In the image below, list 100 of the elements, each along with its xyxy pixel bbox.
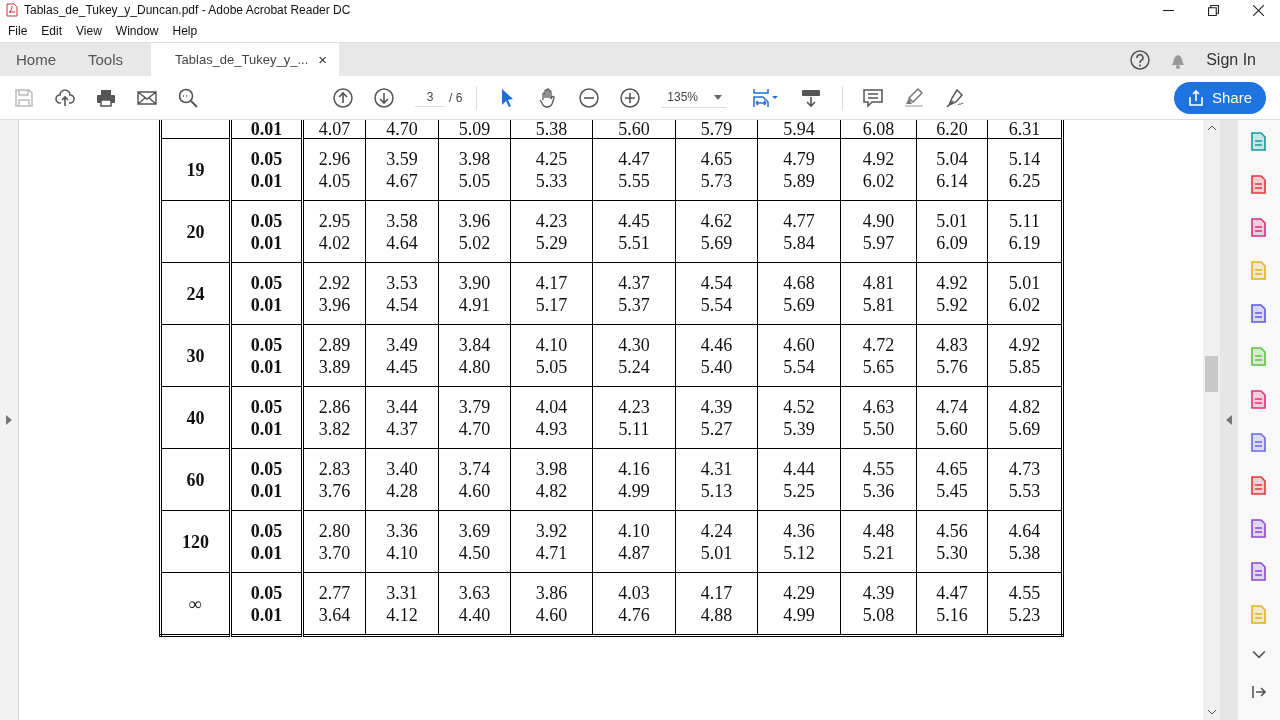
table-value: 4.68: [783, 272, 815, 293]
print-icon[interactable]: [96, 87, 116, 108]
table-value: 3.58: [386, 210, 418, 231]
document-icon[interactable]: [1249, 476, 1269, 496]
scroll-mode-icon[interactable]: [801, 87, 822, 108]
table-value: 5.45: [936, 480, 968, 501]
table-value: 5.23: [1008, 604, 1041, 625]
table-value: 4.46: [700, 334, 733, 355]
share-button[interactable]: Share: [1173, 81, 1266, 114]
tab[interactable]: Tablas_de_Tukey_y_... ×: [151, 43, 340, 76]
table-value: 3.90: [458, 272, 491, 293]
table-value: 3.98: [535, 458, 568, 479]
table-value: 3.53: [386, 272, 418, 293]
table-value: 4.60: [783, 334, 815, 355]
expand-panel-icon[interactable]: [6, 415, 12, 425]
table-value: 4.92: [936, 272, 968, 293]
table-value: 4.17: [535, 272, 568, 293]
table-value: 5.25: [783, 480, 815, 501]
menu-item[interactable]: Window: [115, 24, 159, 38]
restore-icon[interactable]: [1208, 4, 1219, 16]
table-value: 4.60: [458, 480, 491, 501]
scrollbar-thumb[interactable]: [1205, 356, 1218, 392]
table-value: 4.83: [936, 334, 968, 355]
fit-page-icon[interactable]: [752, 87, 781, 108]
scroll-up-icon[interactable]: [1206, 125, 1217, 131]
table-value: 5.33: [535, 170, 568, 191]
table-value: 4.37: [618, 272, 650, 293]
table-value: 6.20: [936, 120, 968, 139]
table-value: 6.25: [1008, 170, 1041, 191]
pen-signature-icon[interactable]: [945, 87, 966, 108]
tab[interactable]: Home: [0, 43, 72, 76]
degrees-of-freedom: ∞: [189, 593, 202, 614]
table-value: 4.07: [318, 120, 351, 139]
probability-value: 0.01: [250, 356, 283, 377]
table-value: 3.89: [318, 356, 351, 377]
menu-item[interactable]: View: [76, 24, 102, 38]
collapse-panel-icon[interactable]: [1226, 415, 1232, 425]
table-value: 3.74: [458, 458, 491, 479]
table-value: 4.64: [1008, 520, 1041, 541]
table-value: 5.73: [700, 170, 733, 191]
table-value: 3.92: [535, 520, 568, 541]
menu-item[interactable]: Edit: [41, 24, 63, 38]
search-icon[interactable]: [178, 87, 198, 108]
help-icon[interactable]: [1130, 49, 1151, 70]
table-value: 6.19: [1008, 232, 1041, 253]
close-icon[interactable]: [1253, 4, 1264, 16]
probability-value: 0.05: [250, 396, 283, 417]
table-value: 5.60: [618, 120, 650, 139]
table-value: 3.82: [318, 418, 351, 439]
table-value: 4.87: [618, 542, 650, 563]
table-value: 4.62: [700, 210, 733, 231]
menu-item[interactable]: Help: [172, 24, 198, 38]
table-value: 4.40: [458, 604, 491, 625]
table-value: 3.96: [318, 294, 351, 315]
document-icon[interactable]: [1249, 175, 1269, 195]
degrees-of-freedom: 60: [186, 469, 205, 490]
table-value: 5.11: [618, 418, 650, 439]
tab[interactable]: Tools: [72, 43, 140, 76]
probability-value: 0.01: [250, 418, 283, 439]
collapse-sidebar-icon[interactable]: [1252, 685, 1266, 699]
zoom-in-icon[interactable]: [620, 87, 641, 108]
table-value: 4.10: [618, 520, 650, 541]
menu-item[interactable]: File: [8, 24, 28, 38]
table-value: 5.89: [783, 170, 815, 191]
probability-value: 0.05: [250, 458, 283, 479]
table-value: 5.38: [535, 120, 568, 139]
table-value: 5.84: [783, 232, 815, 253]
table-value: 4.65: [700, 148, 733, 169]
table-value: 5.69: [783, 294, 815, 315]
table-value: 4.28: [386, 480, 418, 501]
zoom-dropdown[interactable]: 135%: [661, 87, 727, 108]
table-value: 4.10: [386, 542, 418, 563]
pdf-file-icon: [6, 3, 18, 17]
table-value: 4.91: [458, 294, 491, 315]
table-value: 5.02: [458, 232, 491, 253]
table-value: 4.82: [1008, 396, 1041, 417]
table-value: 5.36: [862, 480, 895, 501]
table-value: 3.96: [458, 210, 491, 231]
table-value: 5.27: [700, 418, 733, 439]
table-value: 5.12: [783, 542, 815, 563]
table-value: 4.02: [318, 232, 351, 253]
sign-in-link[interactable]: Sign In: [1206, 50, 1256, 69]
page-number-field[interactable]: 3: [415, 88, 445, 107]
table-value: 4.47: [936, 582, 968, 603]
scroll-down-icon[interactable]: [1206, 709, 1217, 715]
table-value: 4.25: [535, 148, 568, 169]
table-value: 4.12: [386, 604, 418, 625]
table-value: 3.69: [458, 520, 491, 541]
table-value: 2.95: [318, 210, 351, 231]
table-value: 5.51: [618, 232, 650, 253]
table-value: 4.60: [535, 604, 568, 625]
table-value: 2.77: [318, 582, 351, 603]
table-value: 5.50: [862, 418, 895, 439]
table-value: 4.05: [318, 170, 351, 191]
zoom-out-icon[interactable]: [579, 87, 600, 108]
table-value: 4.54: [700, 272, 733, 293]
cloud-upload-icon[interactable]: [55, 87, 75, 108]
table-value: 5.65: [862, 356, 895, 377]
table-value: 4.39: [862, 582, 895, 603]
table-value: 5.01: [1008, 272, 1041, 293]
